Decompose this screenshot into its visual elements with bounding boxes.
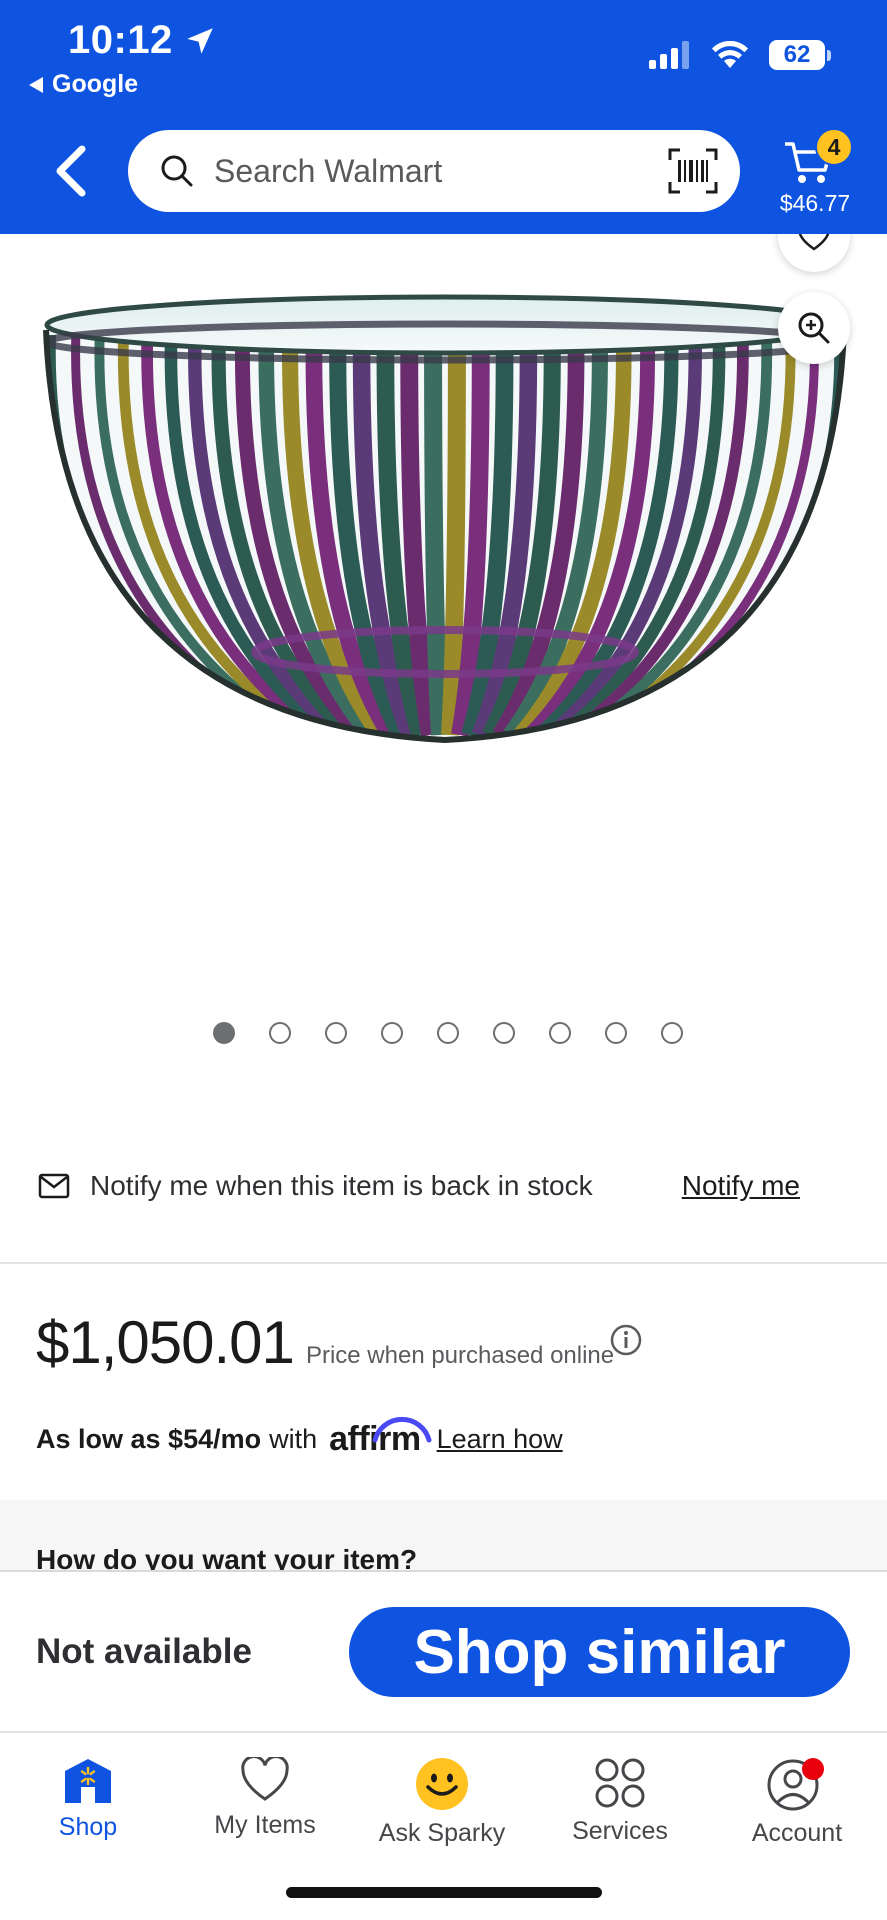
status-time: 10:12 — [68, 18, 217, 63]
affirm-logo: affirm — [329, 1416, 432, 1459]
cart-button[interactable]: 4 $46.77 — [765, 128, 865, 224]
pagination-dot[interactable] — [605, 1022, 627, 1044]
battery-tip — [827, 49, 831, 61]
battery-indicator: 62 — [769, 40, 831, 70]
shop-similar-button[interactable]: Shop similar — [349, 1607, 850, 1697]
availability-status: Not available — [36, 1632, 252, 1671]
tab-label-shop: Shop — [58, 1813, 118, 1841]
sparky-icon — [416, 1758, 468, 1810]
account-icon — [767, 1758, 824, 1811]
heart-icon — [241, 1757, 289, 1801]
price-note: Price when purchased online — [305, 1342, 615, 1369]
learn-how-link[interactable]: Learn how — [437, 1424, 563, 1455]
shop-icon — [65, 1759, 111, 1803]
pagination-dot[interactable] — [661, 1022, 683, 1044]
tab-my-items[interactable]: My Items — [190, 1757, 340, 1840]
pagination-dot[interactable] — [437, 1022, 459, 1044]
bottom-action-bar: Not available Shop similar — [0, 1570, 887, 1732]
cart-total: $46.77 — [779, 190, 851, 216]
pagination-dot[interactable] — [493, 1022, 515, 1044]
affirm-with: with — [269, 1424, 318, 1454]
battery-level: 62 — [769, 40, 825, 70]
product-image[interactable] — [38, 280, 853, 750]
search-icon — [161, 155, 193, 187]
home-indicator — [286, 1887, 602, 1898]
app-header: 10:12 Google 62 Search Walmart 4 $46.77 — [0, 0, 887, 234]
pagination-dot[interactable] — [213, 1022, 235, 1044]
cart-count-badge: 4 — [815, 128, 853, 166]
notification-dot — [802, 1758, 824, 1780]
tab-label-account: Account — [751, 1819, 843, 1847]
image-pagination — [213, 1022, 683, 1044]
back-to-app-link[interactable]: Google — [28, 70, 138, 99]
pagination-dot[interactable] — [325, 1022, 347, 1044]
tab-label-services: Services — [572, 1817, 668, 1845]
tab-ask-sparky[interactable]: Ask Sparky — [367, 1757, 517, 1848]
mail-icon — [38, 1173, 70, 1199]
zoom-button[interactable] — [778, 292, 850, 364]
affirm-row: As low as $54/mo with affirm Learn how — [36, 1416, 563, 1459]
price: $1,050.01 — [36, 1309, 295, 1376]
notify-row: Notify me when this item is back in stoc… — [38, 1164, 850, 1208]
affirm-monthly: As low as $54/mo — [36, 1424, 262, 1454]
search-input[interactable]: Search Walmart — [128, 130, 740, 212]
tab-services[interactable]: Services — [545, 1757, 695, 1846]
tab-shop[interactable]: Shop — [13, 1757, 163, 1842]
tab-label-my-items: My Items — [214, 1811, 316, 1839]
cellular-signal-icon — [649, 41, 689, 69]
pagination-dot[interactable] — [381, 1022, 403, 1044]
wifi-icon — [712, 41, 748, 68]
services-icon — [595, 1758, 645, 1808]
tab-label-ask-sparky: Ask Sparky — [378, 1819, 506, 1847]
back-button[interactable] — [48, 145, 94, 197]
divider — [0, 1262, 887, 1264]
fulfillment-question: How do you want your item? — [36, 1544, 418, 1570]
affirm-arc-icon — [372, 1416, 432, 1443]
notify-me-link[interactable]: Notify me — [682, 1170, 800, 1202]
zoom-in-icon — [798, 312, 830, 344]
status-indicators: 62 — [649, 40, 831, 70]
back-app-label: Google — [52, 70, 139, 98]
pagination-dot[interactable] — [269, 1022, 291, 1044]
barcode-scan-icon[interactable] — [668, 148, 718, 194]
info-icon[interactable] — [610, 1324, 642, 1356]
tab-account[interactable]: Account — [722, 1757, 872, 1848]
search-placeholder: Search Walmart — [214, 152, 443, 189]
status-time-text: 10:12 — [68, 18, 173, 62]
price-row: $1,050.01 Price when purchased online — [36, 1308, 614, 1377]
pagination-dot[interactable] — [549, 1022, 571, 1044]
chevron-left-icon — [56, 145, 86, 197]
notify-text: Notify me when this item is back in stoc… — [90, 1170, 593, 1201]
back-triangle-icon — [29, 76, 43, 93]
location-arrow-icon — [187, 27, 213, 54]
